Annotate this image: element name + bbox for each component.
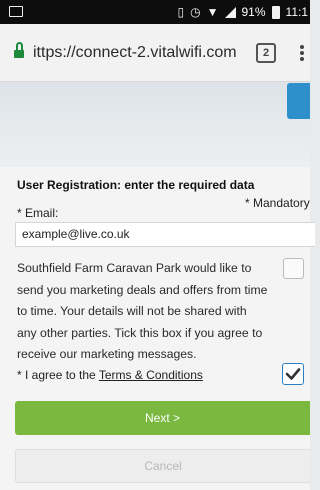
- email-field[interactable]: example@live.co.uk: [15, 222, 315, 247]
- browser-address-bar: ittps://connect-2.vitalwifi.com 2: [0, 24, 310, 82]
- header-button[interactable]: [287, 83, 310, 119]
- email-label: * Email:: [17, 206, 59, 220]
- overflow-menu-icon[interactable]: [300, 45, 304, 61]
- wifi-icon: ▼: [206, 5, 219, 19]
- cancel-button[interactable]: Cancel: [15, 449, 310, 483]
- terms-link[interactable]: Terms & Conditions: [99, 368, 203, 382]
- clock: 11:1: [285, 5, 308, 19]
- url-field[interactable]: ittps://connect-2.vitalwifi.com: [33, 44, 237, 62]
- terms-prefix: * I agree to the: [17, 368, 99, 382]
- mandatory-note: * Mandatory: [245, 196, 310, 210]
- marketing-consent-text: Southfield Farm Caravan Park would like …: [17, 261, 268, 361]
- lock-icon[interactable]: [14, 42, 24, 59]
- status-icons: ▯ ◷ ▼ 91% 11:1: [178, 0, 310, 24]
- signal-icon: [224, 6, 236, 18]
- vibrate-icon: ▯: [177, 5, 185, 19]
- terms-checkbox[interactable]: [282, 363, 304, 385]
- battery-percent: 91%: [241, 5, 266, 19]
- marketing-consent-checkbox[interactable]: [283, 258, 304, 279]
- terms-label: * I agree to the Terms & Conditions: [17, 368, 203, 382]
- form-heading: User Registration: enter the required da…: [17, 178, 255, 192]
- notification-image-icon: [9, 6, 23, 17]
- next-button[interactable]: Next >: [15, 401, 310, 435]
- alarm-icon: ◷: [190, 5, 201, 19]
- checkmark-icon: [285, 368, 301, 380]
- hero-banner: [0, 82, 310, 167]
- battery-icon: [271, 5, 280, 19]
- tab-switcher-button[interactable]: 2: [256, 43, 276, 63]
- status-bar: ▯ ◷ ▼ 91% 11:1: [0, 0, 310, 24]
